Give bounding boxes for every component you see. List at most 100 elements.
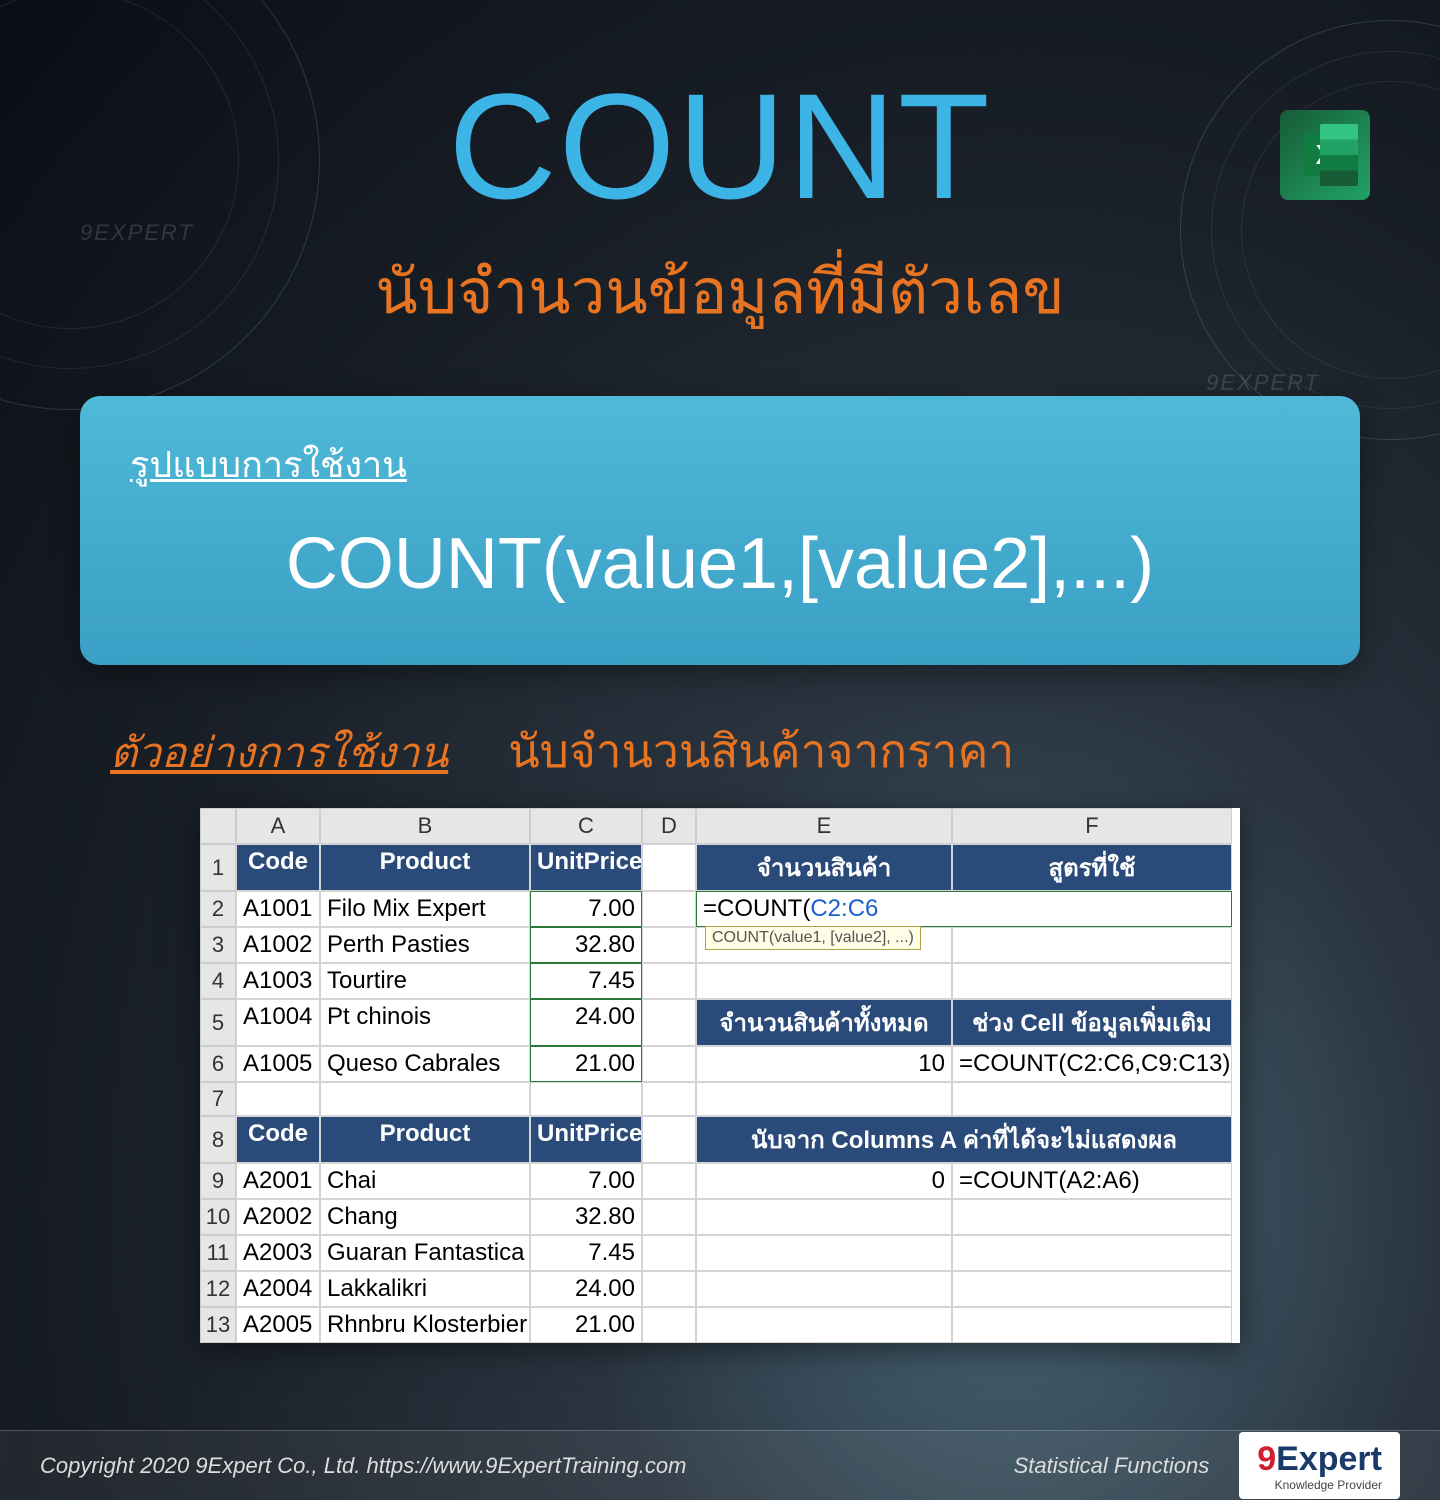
formula-editing-cell[interactable]: =COUNT(C2:C6 COUNT(value1, [value2], ...… (696, 891, 1232, 927)
cell[interactable]: Chai (320, 1163, 530, 1199)
cell[interactable] (952, 963, 1232, 999)
formula-range-ref: C2:C6 (810, 895, 878, 922)
cell[interactable] (952, 1307, 1232, 1343)
col-header-C[interactable]: C (530, 808, 642, 844)
cell[interactable] (642, 1271, 696, 1307)
cell[interactable]: A2003 (236, 1235, 320, 1271)
cell[interactable]: จำนวนสินค้าทั้งหมด (696, 999, 952, 1046)
cell[interactable] (642, 963, 696, 999)
cell[interactable]: 32.80 (530, 927, 642, 963)
row-header[interactable]: 2 (200, 891, 236, 927)
cell[interactable]: A1004 (236, 999, 320, 1046)
col-header-A[interactable]: A (236, 808, 320, 844)
cell[interactable]: Guaran Fantastica (320, 1235, 530, 1271)
cell[interactable]: 7.00 (530, 1163, 642, 1199)
cell[interactable]: 21.00 (530, 1046, 642, 1082)
cell[interactable] (642, 1199, 696, 1235)
cell[interactable] (642, 844, 696, 891)
cell[interactable] (642, 1082, 696, 1116)
cell[interactable] (696, 1235, 952, 1271)
cell[interactable]: Filo Mix Expert (320, 891, 530, 927)
watermark-text: 9EXPERT (80, 220, 194, 246)
cell[interactable] (236, 1082, 320, 1116)
cell[interactable]: Code (236, 1116, 320, 1163)
formula-tooltip: COUNT(value1, [value2], ...) (705, 926, 921, 950)
cell[interactable] (696, 1082, 952, 1116)
cell[interactable]: Rhnbru Klosterbier (320, 1307, 530, 1343)
cell[interactable] (642, 1235, 696, 1271)
cell[interactable]: สูตรที่ใช้ (952, 844, 1232, 891)
cell[interactable]: A1005 (236, 1046, 320, 1082)
spreadsheet[interactable]: A B C D E F 1 Code Product UnitPrice จำน… (200, 808, 1240, 1343)
cell[interactable]: UnitPrice (530, 844, 642, 891)
select-all-corner[interactable] (200, 808, 236, 844)
row-header[interactable]: 7 (200, 1082, 236, 1116)
cell[interactable]: A2001 (236, 1163, 320, 1199)
col-header-B[interactable]: B (320, 808, 530, 844)
cell[interactable] (952, 1199, 1232, 1235)
col-header-F[interactable]: F (952, 808, 1232, 844)
cell[interactable] (320, 1082, 530, 1116)
cell[interactable] (696, 1271, 952, 1307)
cell[interactable]: UnitPrice (530, 1116, 642, 1163)
cell[interactable]: 10 (696, 1046, 952, 1082)
cell[interactable] (952, 1235, 1232, 1271)
row-header[interactable]: 3 (200, 927, 236, 963)
cell[interactable]: 24.00 (530, 1271, 642, 1307)
col-header-D[interactable]: D (642, 808, 696, 844)
row-header[interactable]: 4 (200, 963, 236, 999)
cell[interactable]: 32.80 (530, 1199, 642, 1235)
cell[interactable]: Lakkalikri (320, 1271, 530, 1307)
row-header[interactable]: 12 (200, 1271, 236, 1307)
cell[interactable] (642, 1046, 696, 1082)
cell[interactable]: =COUNT(A2:A6) (952, 1163, 1232, 1199)
cell[interactable]: A2005 (236, 1307, 320, 1343)
cell[interactable]: A1001 (236, 891, 320, 927)
cell[interactable]: 21.00 (530, 1307, 642, 1343)
cell[interactable] (642, 1116, 696, 1163)
cell[interactable]: A2002 (236, 1199, 320, 1235)
cell[interactable]: 0 (696, 1163, 952, 1199)
cell[interactable] (642, 999, 696, 1046)
cell[interactable] (642, 891, 696, 927)
row-header[interactable]: 5 (200, 999, 236, 1046)
syntax-card: รูปแบบการใช้งาน COUNT(value1,[value2],..… (80, 396, 1360, 665)
row-header[interactable]: 9 (200, 1163, 236, 1199)
row-header[interactable]: 10 (200, 1199, 236, 1235)
cell[interactable] (952, 1271, 1232, 1307)
cell[interactable]: A1002 (236, 927, 320, 963)
cell[interactable]: 24.00 (530, 999, 642, 1046)
cell[interactable] (696, 963, 952, 999)
cell[interactable]: Product (320, 844, 530, 891)
cell[interactable]: Code (236, 844, 320, 891)
cell[interactable] (642, 927, 696, 963)
row-header[interactable]: 6 (200, 1046, 236, 1082)
cell[interactable] (642, 1163, 696, 1199)
cell[interactable]: Queso Cabrales (320, 1046, 530, 1082)
cell[interactable] (642, 1307, 696, 1343)
cell[interactable]: Tourtire (320, 963, 530, 999)
col-header-E[interactable]: E (696, 808, 952, 844)
cell[interactable]: นับจาก Columns A ค่าที่ได้จะไม่แสดงผล (696, 1116, 1232, 1163)
row-header[interactable]: 11 (200, 1235, 236, 1271)
cell[interactable] (952, 1082, 1232, 1116)
cell[interactable]: Perth Pasties (320, 927, 530, 963)
cell[interactable] (696, 1199, 952, 1235)
cell[interactable] (530, 1082, 642, 1116)
cell[interactable]: Product (320, 1116, 530, 1163)
row-header[interactable]: 13 (200, 1307, 236, 1343)
cell[interactable]: 7.45 (530, 963, 642, 999)
row-header[interactable]: 1 (200, 844, 236, 891)
cell[interactable] (952, 927, 1232, 963)
cell[interactable]: 7.00 (530, 891, 642, 927)
cell[interactable]: =COUNT(C2:C6,C9:C13) (952, 1046, 1232, 1082)
cell[interactable] (696, 1307, 952, 1343)
row-header[interactable]: 8 (200, 1116, 236, 1163)
cell[interactable]: A1003 (236, 963, 320, 999)
cell[interactable]: A2004 (236, 1271, 320, 1307)
cell[interactable]: Pt chinois (320, 999, 530, 1046)
cell[interactable]: ช่วง Cell ข้อมูลเพิ่มเติม (952, 999, 1232, 1046)
cell[interactable]: จำนวนสินค้า (696, 844, 952, 891)
cell[interactable]: Chang (320, 1199, 530, 1235)
cell[interactable]: 7.45 (530, 1235, 642, 1271)
